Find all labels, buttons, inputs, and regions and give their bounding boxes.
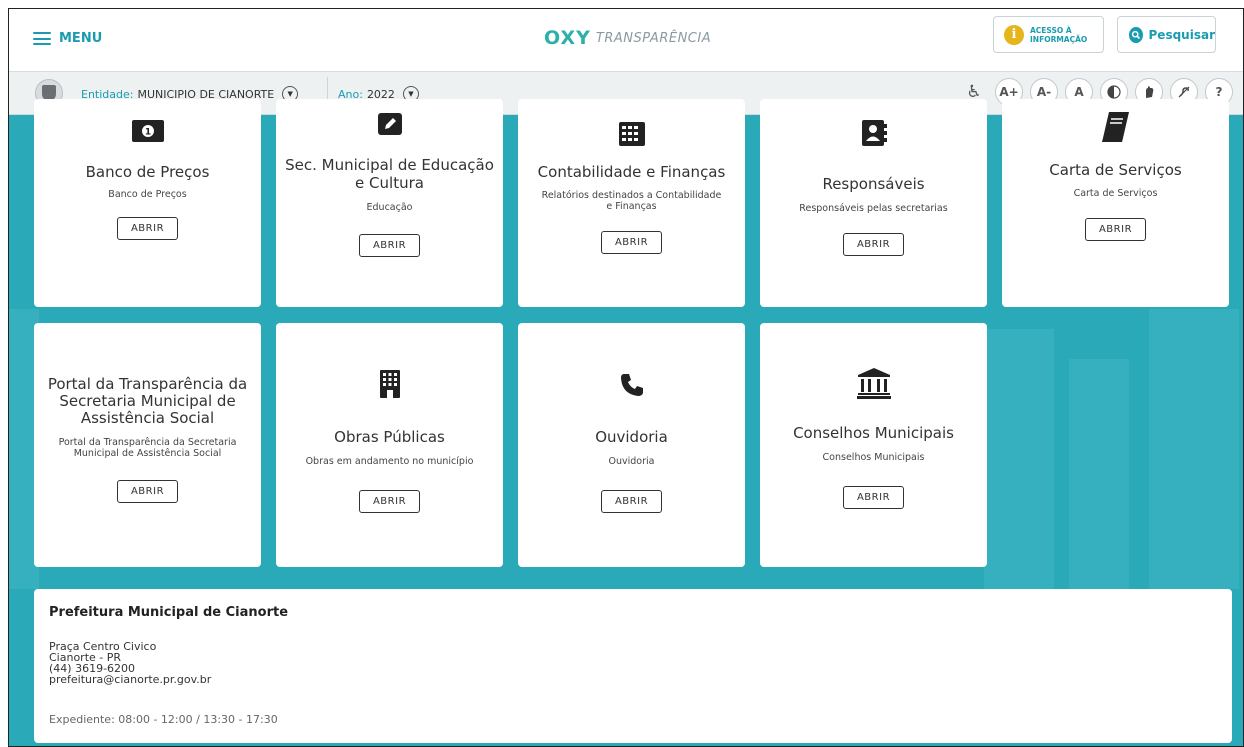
acesso-informacao-button[interactable]: i ACESSO À INFORMAÇÃO [993,16,1104,53]
background-building [1069,359,1129,589]
abrir-button[interactable]: ABRIR [842,233,905,256]
search-label: Pesquisar [1148,27,1215,42]
abrir-button[interactable]: ABRIR [116,480,179,503]
card-banco-de-precos: 1 Banco de Preços Banco de Preços ABRIR [34,99,261,307]
card-contabilidade: Contabilidade e Finanças Relatórios dest… [518,99,745,307]
card-title: Ouvidoria [595,428,668,446]
menu-label: MENU [59,31,103,46]
card-subtitle: Responsáveis pelas secretarias [799,203,948,214]
footer-address: Praça Centro Civico Cianorte - PR (44) 3… [49,641,211,685]
card-title: Sec. Municipal de Educação e Cultura [285,156,494,192]
card-assistencia-social: Portal da Transparência da Secretaria Mu… [34,323,261,567]
card-title: Responsáveis [822,175,925,193]
card-subtitle: Educação [366,202,413,213]
abrir-button[interactable]: ABRIR [842,486,905,509]
phone-icon [522,372,741,398]
money-icon: 1 [38,119,257,143]
card-subtitle: Conselhos Municipais [822,452,925,463]
card-subtitle: Obras em andamento no município [305,456,474,467]
acesso-line2: INFORMAÇÃO [1030,34,1088,44]
logo-oxy: OXY [544,27,591,49]
background-building [984,329,1054,589]
abrir-button[interactable]: ABRIR [1084,218,1147,241]
card-title: Portal da Transparência da Secretaria Mu… [47,375,248,427]
building-icon [280,369,499,399]
card-ouvidoria: Ouvidoria Ouvidoria ABRIR [518,323,745,567]
top-bar: MENU OXY TRANSPARÊNCIA i ACESSO À INFORM… [9,9,1243,72]
info-icon: i [1004,24,1024,45]
book-icon [1006,111,1225,143]
card-subtitle: Portal da Transparência da Secretaria Mu… [58,437,237,459]
card-title: Carta de Serviços [1049,161,1182,179]
footer-contact-card: Prefeitura Municipal de Cianorte Praça C… [34,589,1232,743]
card-responsaveis: Responsáveis Responsáveis pelas secretar… [760,99,987,307]
abrir-button[interactable]: ABRIR [116,217,179,240]
card-title: Banco de Preços [85,163,210,181]
svg-text:1: 1 [144,128,150,138]
page-frame: MENU OXY TRANSPARÊNCIA i ACESSO À INFORM… [8,8,1244,747]
address-book-icon [764,119,983,147]
card-carta-de-servicos: Carta de Serviços Carta de Serviços ABRI… [1002,99,1229,307]
search-button[interactable]: Pesquisar [1117,16,1216,53]
menu-button[interactable]: MENU [33,31,102,46]
institution-icon [764,367,983,399]
abrir-button[interactable]: ABRIR [600,231,663,254]
card-title: Contabilidade e Finanças [537,163,726,181]
footer-title: Prefeitura Municipal de Cianorte [49,605,289,620]
card-subtitle: Relatórios destinados a Contabilidade e … [541,190,722,212]
footer-hours: Expediente: 08:00 - 12:00 / 13:30 - 17:3… [49,713,278,726]
card-title: Conselhos Municipais [793,424,954,442]
card-subtitle: Ouvidoria [608,456,655,467]
card-educacao: Sec. Municipal de Educação e Cultura Edu… [276,99,503,307]
card-conselhos-municipais: Conselhos Municipais Conselhos Municipai… [760,323,987,567]
footer-email[interactable]: prefeitura@cianorte.pr.gov.br [49,674,211,685]
edit-icon [280,112,499,136]
acesso-line1: ACESSO À [1030,25,1072,35]
card-title: Obras Públicas [334,428,445,446]
card-subtitle: Carta de Serviços [1073,188,1158,199]
search-icon [1129,26,1143,43]
card-obras-publicas: Obras Públicas Obras em andamento no mun… [276,323,503,567]
background-building [1149,309,1239,589]
hamburger-icon [33,32,51,45]
abrir-button[interactable]: ABRIR [358,234,421,257]
abrir-button[interactable]: ABRIR [358,490,421,513]
calculator-icon [522,121,741,147]
abrir-button[interactable]: ABRIR [600,490,663,513]
logo-text: TRANSPARÊNCIA [595,30,712,46]
card-subtitle: Banco de Preços [108,189,187,200]
site-logo[interactable]: OXY TRANSPARÊNCIA [544,27,711,49]
